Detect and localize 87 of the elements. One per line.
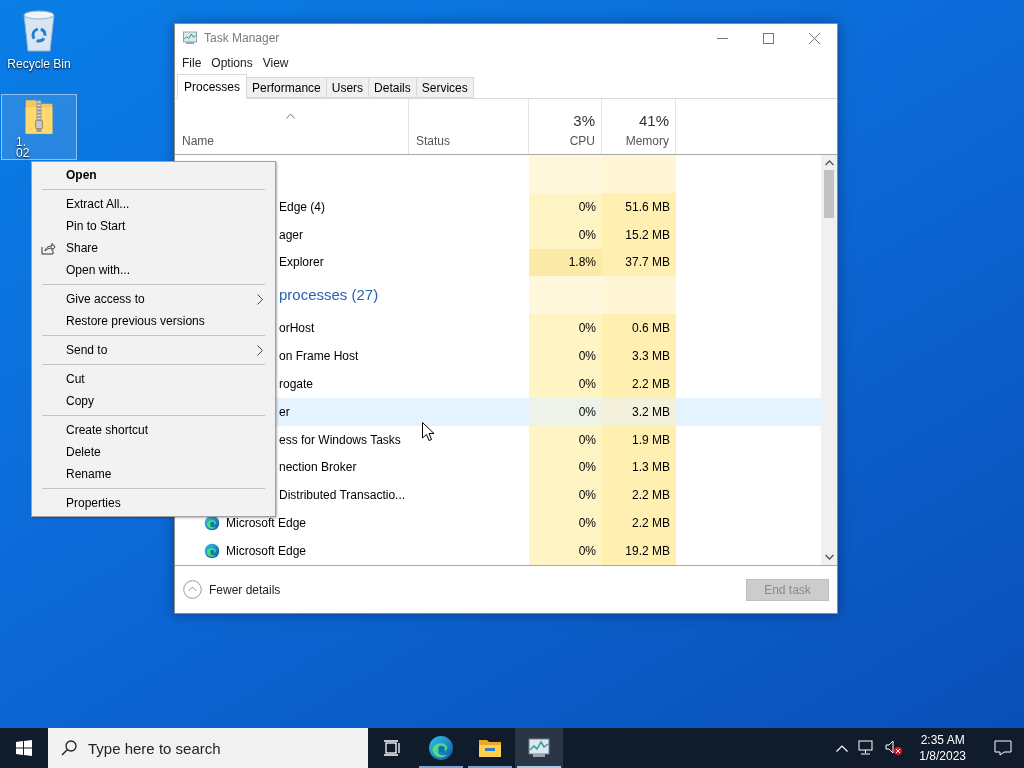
share-icon	[41, 242, 56, 255]
cpu-value: 0%	[529, 342, 602, 370]
process-name: Distributed Transactio...	[279, 489, 406, 502]
process-name: Microsoft Edge	[226, 545, 307, 557]
cpu-value: 0%	[529, 425, 602, 454]
scroll-up-icon	[824, 160, 834, 166]
group-header: processes (27)	[279, 285, 379, 306]
cpu-value: 0%	[529, 192, 602, 221]
edge-icon	[428, 735, 454, 761]
process-name: on Frame Host	[279, 350, 359, 362]
memory-value: 2.2 MB	[602, 369, 676, 398]
process-name: ager	[279, 228, 304, 241]
process-name: ess for Windows Tasks	[279, 433, 401, 446]
process-name: Explorer	[279, 256, 324, 269]
cpu-value: 0%	[529, 220, 602, 249]
taskbar-button[interactable]	[515, 728, 563, 768]
tab[interactable]: Details	[369, 77, 417, 98]
icon-label: 02	[16, 148, 30, 159]
tab[interactable]: Processes	[177, 74, 248, 99]
tab[interactable]: Users	[326, 77, 370, 98]
memory-value: 3.2 MB	[602, 397, 676, 426]
edge-icon	[204, 543, 220, 559]
usage-percent: 41%	[638, 110, 669, 131]
desktop-icon[interactable]: 1. 02	[1, 94, 77, 160]
clock-date[interactable]: 1/8/2023	[919, 748, 966, 764]
folder-icon	[478, 738, 502, 758]
notification-icon[interactable]	[994, 740, 1012, 756]
window-title: Task Manager	[204, 30, 281, 47]
icon-label: 1.	[16, 137, 26, 148]
scrollbar[interactable]	[821, 155, 837, 565]
cpu-value: 0%	[529, 314, 602, 343]
memory-value: 3.3 MB	[602, 342, 676, 370]
cpu-value: 0%	[529, 453, 602, 482]
memory-value: 37.7 MB	[602, 248, 676, 277]
memory-value: 0.6 MB	[602, 314, 676, 343]
windows-logo-icon	[16, 740, 32, 756]
menu-item[interactable]: Options	[206, 54, 258, 72]
network-icon[interactable]	[858, 740, 876, 756]
task-manager-icon	[527, 736, 551, 760]
memory-value: 15.2 MB	[602, 220, 676, 249]
menu-item[interactable]: Restore previous versions	[32, 310, 275, 332]
task-view-icon	[383, 740, 401, 756]
memory-value: 51.6 MB	[602, 192, 676, 221]
process-name: er	[279, 405, 290, 418]
menu-item[interactable]: File	[177, 54, 207, 72]
sort-ascending-icon	[286, 113, 295, 119]
search-field[interactable]: Type here to search	[48, 728, 368, 768]
cpu-value: 0%	[529, 481, 602, 510]
clock-time[interactable]: 2:35 AM	[920, 732, 965, 748]
usage-percent: 3%	[573, 110, 595, 131]
task-manager-icon	[182, 30, 198, 46]
scroll-down-icon	[824, 554, 834, 560]
column-header[interactable]: Status	[416, 132, 451, 150]
mouse-pointer-icon	[422, 422, 435, 442]
menu-item[interactable]: Open	[32, 164, 275, 186]
maximize-icon	[762, 32, 774, 44]
memory-value: 2.2 MB	[602, 509, 676, 538]
process-name: nection Broker	[279, 461, 357, 474]
memory-value: 1.9 MB	[602, 425, 676, 454]
tab[interactable]: Services	[416, 77, 474, 98]
chevron-up-icon[interactable]	[836, 744, 849, 752]
process-name: Microsoft Edge	[226, 517, 307, 530]
column-header[interactable]: Memory	[625, 132, 669, 150]
memory-value: 1.3 MB	[602, 453, 676, 482]
cpu-value: 0%	[529, 537, 602, 565]
scrollbar-thumb[interactable]	[824, 170, 834, 218]
memory-value: 19.2 MB	[602, 537, 676, 565]
cpu-value: 1.8%	[529, 248, 602, 277]
process-name: Edge (4)	[279, 200, 326, 213]
process-row[interactable]: Microsoft Edge 0% 19.2 MB	[175, 537, 821, 565]
fewer-details-link[interactable]: Fewer details	[209, 580, 281, 599]
menu-item[interactable]: Give access to	[32, 288, 275, 310]
volume-muted-icon[interactable]	[885, 740, 904, 756]
search-icon	[61, 740, 77, 756]
column-header[interactable]: Name	[182, 132, 408, 150]
memory-value: 2.2 MB	[602, 481, 676, 510]
process-name: rogate	[279, 377, 314, 390]
desktop-icon[interactable]: Recycle Bin	[1, 2, 77, 76]
cpu-value: 0%	[529, 369, 602, 398]
menu-item[interactable]: View	[257, 54, 294, 72]
tab[interactable]: Performance	[247, 77, 327, 98]
close-icon	[808, 32, 820, 44]
cpu-value: 0%	[529, 509, 602, 538]
process-name: orHost	[279, 322, 315, 335]
cpu-value: 0%	[529, 397, 602, 426]
column-header[interactable]: CPU	[569, 132, 595, 150]
icon-label: Recycle Bin	[7, 57, 71, 71]
